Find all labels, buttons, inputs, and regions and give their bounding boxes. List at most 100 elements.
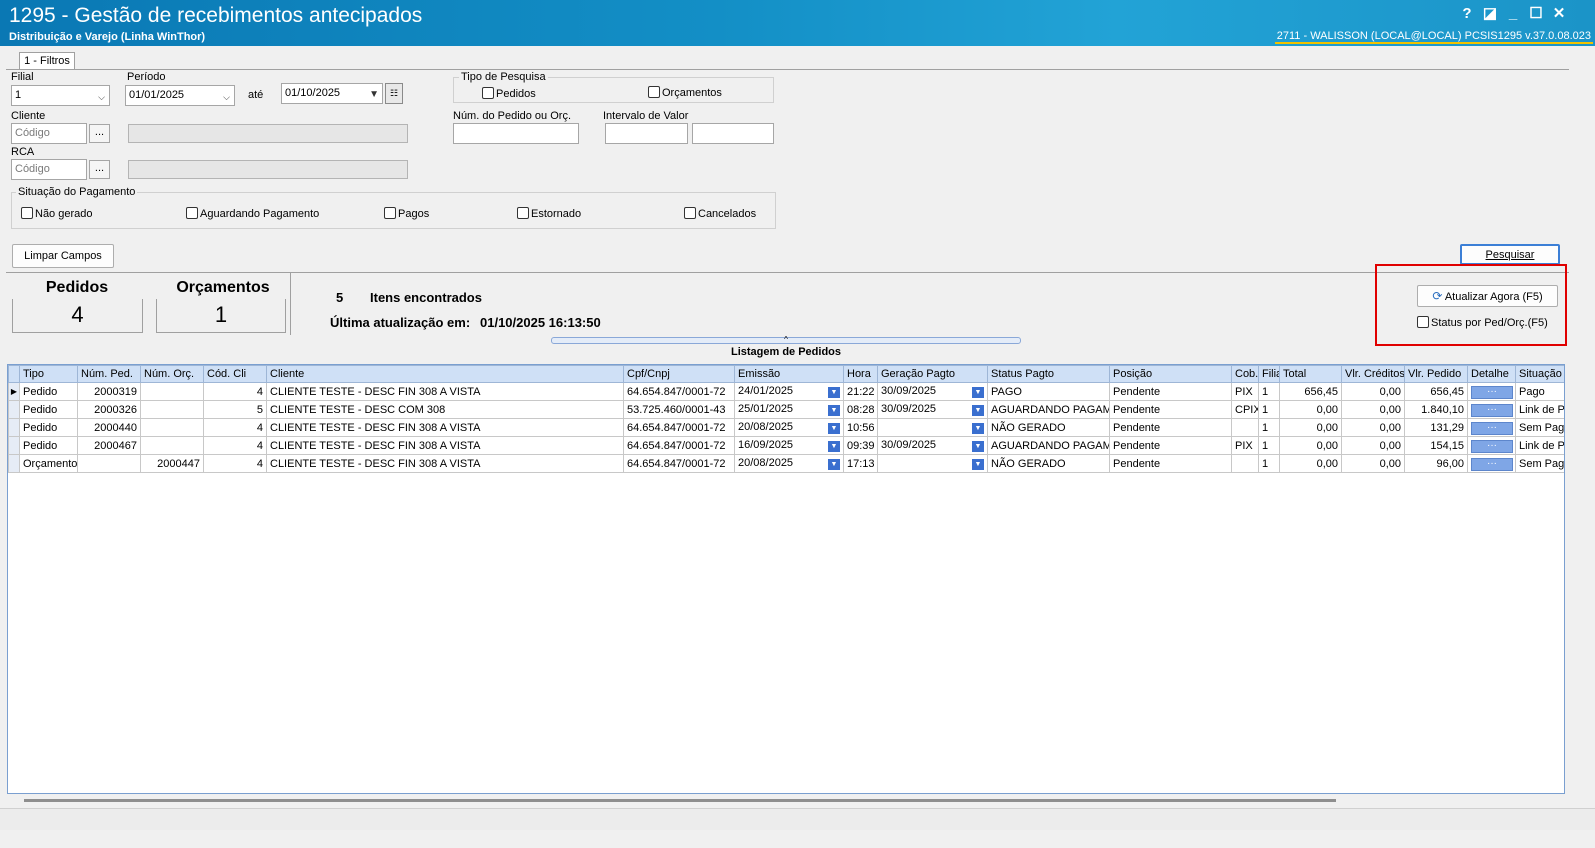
cell-posicao[interactable]: Pendente (1109, 382, 1232, 401)
cell-vlr-pedido[interactable]: 154,15 (1404, 436, 1468, 455)
situacao-pagos-checkbox[interactable]: Pagos (384, 207, 429, 220)
cell-status[interactable]: PAGO (987, 382, 1110, 401)
cell-cliente[interactable]: CLIENTE TESTE - DESC FIN 308 A VISTA (266, 418, 624, 437)
filial-select[interactable]: 1 ⌵ (11, 85, 110, 106)
cell-cob[interactable] (1231, 418, 1259, 437)
cell-cod-cli[interactable]: 4 (203, 436, 267, 455)
column-header[interactable]: Cliente (266, 365, 624, 383)
cell-cnpj[interactable]: 64.654.847/0001-72 (623, 418, 735, 437)
cell-status[interactable]: AGUARDANDO PAGAM (987, 400, 1110, 419)
cell-emissao[interactable]: ▼ 16/09/2025 (734, 436, 844, 455)
cell-filial[interactable]: 1 (1258, 418, 1280, 437)
column-header[interactable]: Geração Pagto (877, 365, 988, 383)
dropdown-icon[interactable]: ▼ (828, 459, 840, 470)
detalhe-button[interactable]: ··· (1471, 421, 1513, 435)
detalhe-button[interactable]: ··· (1471, 385, 1513, 399)
dropdown-icon[interactable]: ▼ (828, 441, 840, 452)
column-header[interactable]: Vlr. Créditos (1341, 365, 1405, 383)
cell-cliente[interactable]: CLIENTE TESTE - DESC FIN 308 A VISTA (266, 454, 624, 473)
column-header[interactable]: Núm. Orç. (140, 365, 204, 383)
cell-detalhe[interactable]: ··· (1467, 454, 1516, 473)
cell-num-ped[interactable]: 2000326 (77, 400, 141, 419)
column-header[interactable]: Cód. Cli (203, 365, 267, 383)
dropdown-icon[interactable]: ▼ (972, 405, 984, 416)
column-header[interactable]: Tipo (19, 365, 78, 383)
column-header[interactable]: Posição (1109, 365, 1232, 383)
column-header[interactable]: Cob. (1231, 365, 1259, 383)
limpar-campos-button[interactable]: Limpar Campos (12, 244, 114, 268)
cell-tipo[interactable]: Orçamento (19, 454, 78, 473)
table-row[interactable]: Pedido 2000326 5 CLIENTE TESTE - DESC COM 3… (8, 400, 1564, 419)
cell-cob[interactable]: PIX (1231, 436, 1259, 455)
calendar-icon[interactable]: ☷ (385, 83, 403, 104)
cell-hora[interactable]: 10:56 (843, 418, 878, 437)
column-header[interactable]: Filial (1258, 365, 1280, 383)
column-header[interactable]: Núm. Ped. (77, 365, 141, 383)
cell-vlr-pedido[interactable]: 131,29 (1404, 418, 1468, 437)
detalhe-button[interactable]: ··· (1471, 457, 1513, 471)
row-indicator[interactable] (8, 400, 20, 419)
cell-cod-cli[interactable]: 4 (203, 382, 267, 401)
valor-min-input[interactable] (605, 123, 688, 144)
cell-tipo[interactable]: Pedido (19, 418, 78, 437)
column-header[interactable]: Status Pagto (987, 365, 1110, 383)
column-header[interactable]: Total (1279, 365, 1342, 383)
cell-situacao[interactable]: Link de Pa (1515, 400, 1564, 419)
cell-cod-cli[interactable]: 4 (203, 454, 267, 473)
cell-detalhe[interactable]: ··· (1467, 400, 1516, 419)
table-row[interactable]: Pedido 2000440 4 CLIENTE TESTE - DESC FIN 3… (8, 418, 1564, 437)
cell-num-ped[interactable]: 2000440 (77, 418, 141, 437)
cell-hora[interactable]: 21:22 (843, 382, 878, 401)
cell-filial[interactable]: 1 (1258, 454, 1280, 473)
num-pedido-input[interactable] (453, 123, 579, 144)
cell-num-ped[interactable]: 2000319 (77, 382, 141, 401)
table-row[interactable]: Pedido 2000467 4 CLIENTE TESTE - DESC FIN 3… (8, 436, 1564, 455)
cell-num-ped[interactable] (77, 454, 141, 473)
cell-total[interactable]: 0,00 (1279, 436, 1342, 455)
minimize-icon[interactable]: _ (1503, 5, 1523, 23)
cell-hora[interactable]: 17:13 (843, 454, 878, 473)
column-header[interactable]: Emissão (734, 365, 844, 383)
splitter-handle[interactable]: ^ (551, 336, 1021, 344)
dropdown-icon[interactable]: ▼ (972, 459, 984, 470)
cell-num-ped[interactable]: 2000467 (77, 436, 141, 455)
cell-posicao[interactable]: Pendente (1109, 454, 1232, 473)
cell-detalhe[interactable]: ··· (1467, 418, 1516, 437)
cell-creditos[interactable]: 0,00 (1341, 400, 1405, 419)
cell-tipo[interactable]: Pedido (19, 382, 78, 401)
pesquisar-button[interactable]: Pesquisar (1460, 244, 1560, 265)
column-header[interactable]: Cpf/Cnpj (623, 365, 735, 383)
cell-num-orc[interactable] (140, 382, 204, 401)
tab-filtros[interactable]: 1 - Filtros (19, 52, 75, 70)
cell-geracao[interactable]: ▼ 30/09/2025 (877, 382, 988, 401)
situacao-aguardando-checkbox[interactable]: Aguardando Pagamento (186, 207, 319, 220)
table-row[interactable]: ▶ Pedido 2000319 4 CLIENTE TESTE - DESC FIN … (8, 382, 1564, 401)
table-row[interactable]: Orçamento 2000447 4 CLIENTE TESTE - DESC FI… (8, 454, 1564, 473)
cell-emissao[interactable]: ▼ 24/01/2025 (734, 382, 844, 401)
cell-cod-cli[interactable]: 4 (203, 418, 267, 437)
cell-cliente[interactable]: CLIENTE TESTE - DESC COM 308 (266, 400, 624, 419)
cell-num-orc[interactable]: 2000447 (140, 454, 204, 473)
row-indicator[interactable]: ▶ (8, 382, 20, 401)
cell-cliente[interactable]: CLIENTE TESTE - DESC FIN 308 A VISTA (266, 436, 624, 455)
column-header[interactable]: Detalhe (1467, 365, 1516, 383)
cell-cob[interactable] (1231, 454, 1259, 473)
cell-status[interactable]: NÃO GERADO (987, 454, 1110, 473)
cell-vlr-pedido[interactable]: 96,00 (1404, 454, 1468, 473)
dropdown-icon[interactable]: ▼ (828, 423, 840, 434)
periodo-from-field[interactable]: 01/01/2025 ⌵ (125, 85, 235, 106)
situacao-nao-gerado-checkbox[interactable]: Não gerado (21, 207, 93, 220)
cell-posicao[interactable]: Pendente (1109, 436, 1232, 455)
rca-code-input[interactable]: Código (11, 159, 87, 180)
cell-cnpj[interactable]: 64.654.847/0001-72 (623, 454, 735, 473)
close-icon[interactable]: ✕ (1549, 5, 1569, 23)
cell-num-orc[interactable] (140, 418, 204, 437)
cell-emissao[interactable]: ▼ 20/08/2025 (734, 418, 844, 437)
cell-situacao[interactable]: Sem Paga (1515, 418, 1564, 437)
cell-posicao[interactable]: Pendente (1109, 400, 1232, 419)
cell-total[interactable]: 0,00 (1279, 418, 1342, 437)
periodo-to-field[interactable]: 01/10/2025 ▼ (281, 83, 383, 104)
cell-total[interactable]: 0,00 (1279, 454, 1342, 473)
cell-creditos[interactable]: 0,00 (1341, 436, 1405, 455)
cell-cliente[interactable]: CLIENTE TESTE - DESC FIN 308 A VISTA (266, 382, 624, 401)
